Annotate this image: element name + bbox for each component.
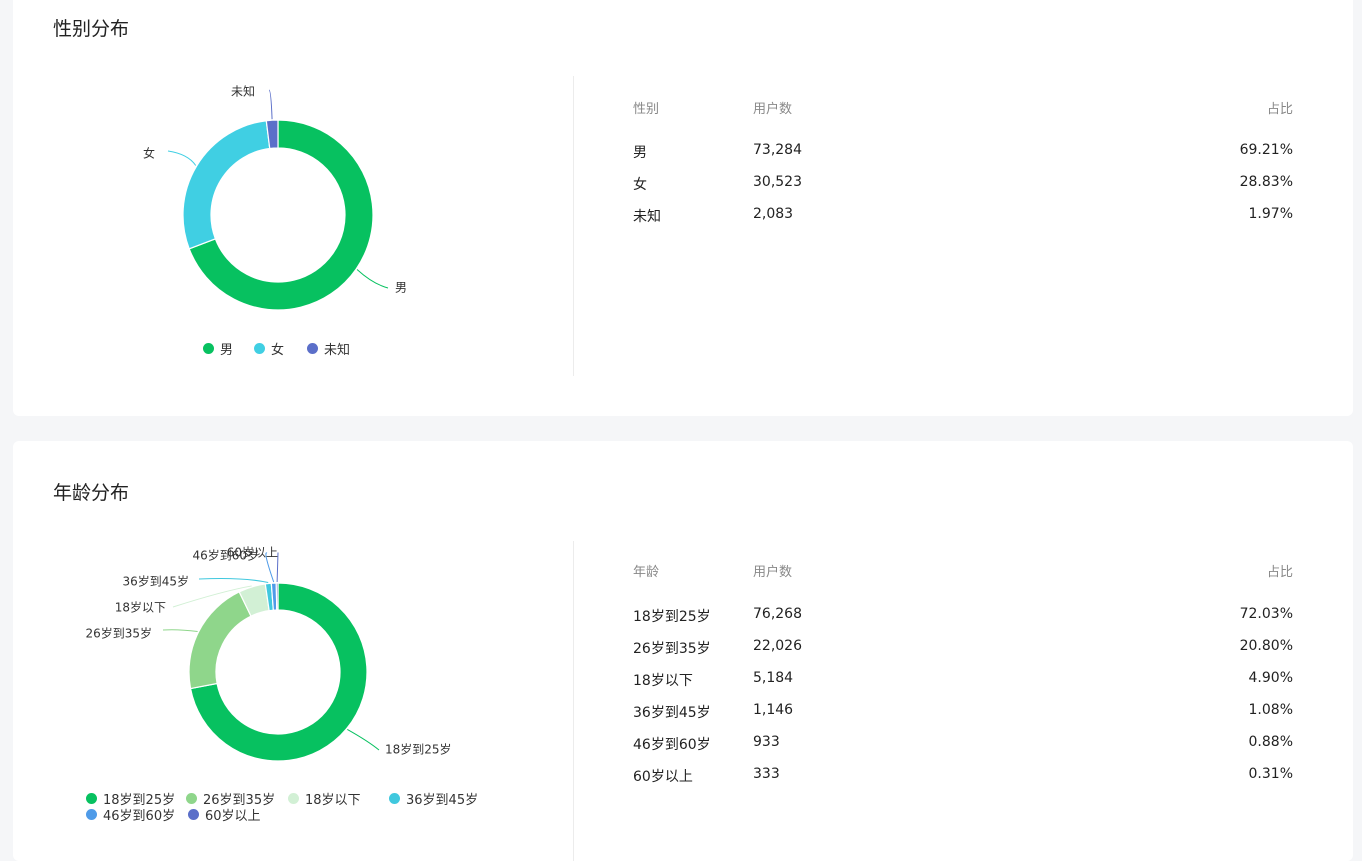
leader-line xyxy=(347,728,380,751)
table-cell: 26岁到35岁 xyxy=(633,641,711,657)
leader-line xyxy=(198,577,269,584)
table-header: 用户数 xyxy=(753,565,793,580)
table-header: 年龄 xyxy=(633,565,660,580)
donut-slice[interactable] xyxy=(188,591,252,690)
table-cell: 18岁到25岁 xyxy=(633,609,711,625)
leader-line xyxy=(268,89,273,120)
legend-dot-icon xyxy=(288,793,299,804)
legend-dot-icon xyxy=(186,793,197,804)
table-header: 性别 xyxy=(633,102,660,117)
table-cell: 69.21% xyxy=(1239,142,1293,158)
legend-label: 60岁以上 xyxy=(205,809,261,824)
table-header: 占比 xyxy=(1266,102,1293,117)
legend-label: 36岁到45岁 xyxy=(406,793,479,808)
table-cell: 36岁到45岁 xyxy=(633,705,711,721)
table-cell: 76,268 xyxy=(753,606,802,622)
table-cell: 22,026 xyxy=(753,638,802,654)
legend-item[interactable]: 46岁到60岁 xyxy=(86,805,175,824)
table-cell: 1,146 xyxy=(753,702,794,718)
legend-dot-icon xyxy=(86,793,97,804)
donut-slice[interactable] xyxy=(182,120,271,250)
table-cell: 30,523 xyxy=(753,174,802,190)
legend-label: 未知 xyxy=(324,343,351,358)
slice-label: 26岁到35岁 xyxy=(85,626,152,641)
slice-label: 36岁到45岁 xyxy=(122,574,189,589)
slice-label: 18岁到25岁 xyxy=(385,742,452,757)
legend-dot-icon xyxy=(389,793,400,804)
slice-label: 未知 xyxy=(231,85,255,99)
legend-dot-icon xyxy=(188,809,199,820)
legend-item[interactable]: 女 xyxy=(254,339,284,358)
legend-label: 男 xyxy=(220,343,234,358)
slice-label: 男 xyxy=(395,281,407,295)
table-cell: 20.80% xyxy=(1239,638,1293,654)
legend-label: 46岁到60岁 xyxy=(103,809,176,824)
legend-dot-icon xyxy=(203,343,214,354)
gender-card: 性别分布 男女未知 男女未知 性别 用户数 占比男 73,284 69.21% 女 30,5… xyxy=(13,0,1353,416)
donut-slice[interactable] xyxy=(275,582,279,611)
divider xyxy=(573,541,574,861)
table-cell: 1.08% xyxy=(1248,702,1293,718)
age-card: 年龄分布 18岁到25岁 26岁到35岁 18岁以下 36岁到45岁 46岁到60岁 60… xyxy=(13,441,1353,861)
leader-line xyxy=(356,269,389,289)
table-cell: 1.97% xyxy=(1248,206,1293,222)
slice-label: 女 xyxy=(143,146,155,161)
legend-dot-icon xyxy=(254,343,265,354)
table-cell: 933 xyxy=(753,734,780,750)
legend-dot-icon xyxy=(86,809,97,820)
table-header: 占比 xyxy=(1266,565,1293,580)
legend-label: 女 xyxy=(271,343,285,358)
table-cell: 0.31% xyxy=(1248,766,1293,782)
legend-item[interactable]: 男 xyxy=(203,339,233,358)
legend-item[interactable]: 36岁到45岁 xyxy=(389,789,478,808)
table-header: 用户数 xyxy=(753,102,793,117)
legend-item[interactable]: 60岁以上 xyxy=(188,805,261,824)
legend-item[interactable]: 未知 xyxy=(307,339,350,358)
table-cell: 28.83% xyxy=(1239,174,1293,190)
legend-item[interactable]: 18岁以下 xyxy=(288,789,361,808)
table-cell: 女 xyxy=(633,177,647,193)
leader-line xyxy=(162,629,198,633)
gender-donut-chart: 男 女 未知 xyxy=(143,85,407,311)
table-cell: 333 xyxy=(753,766,780,782)
table-cell: 未知 xyxy=(633,209,661,225)
divider xyxy=(573,76,574,376)
slice-label: 60岁以上 xyxy=(227,545,278,560)
slice-label: 18岁以下 xyxy=(115,600,166,615)
table-cell: 男 xyxy=(633,145,647,161)
table-cell: 4.90% xyxy=(1248,670,1293,686)
table-cell: 18岁以下 xyxy=(633,673,693,689)
table-cell: 73,284 xyxy=(753,142,802,158)
leader-line xyxy=(167,150,197,166)
table-cell: 5,184 xyxy=(753,670,794,686)
legend-label: 18岁以下 xyxy=(305,793,361,808)
table-cell: 2,083 xyxy=(753,206,794,222)
table-cell: 46岁到60岁 xyxy=(633,737,711,753)
table-cell: 0.88% xyxy=(1248,734,1293,750)
legend-dot-icon xyxy=(307,343,318,354)
table-cell: 72.03% xyxy=(1239,606,1293,622)
table-cell: 60岁以上 xyxy=(633,769,693,785)
